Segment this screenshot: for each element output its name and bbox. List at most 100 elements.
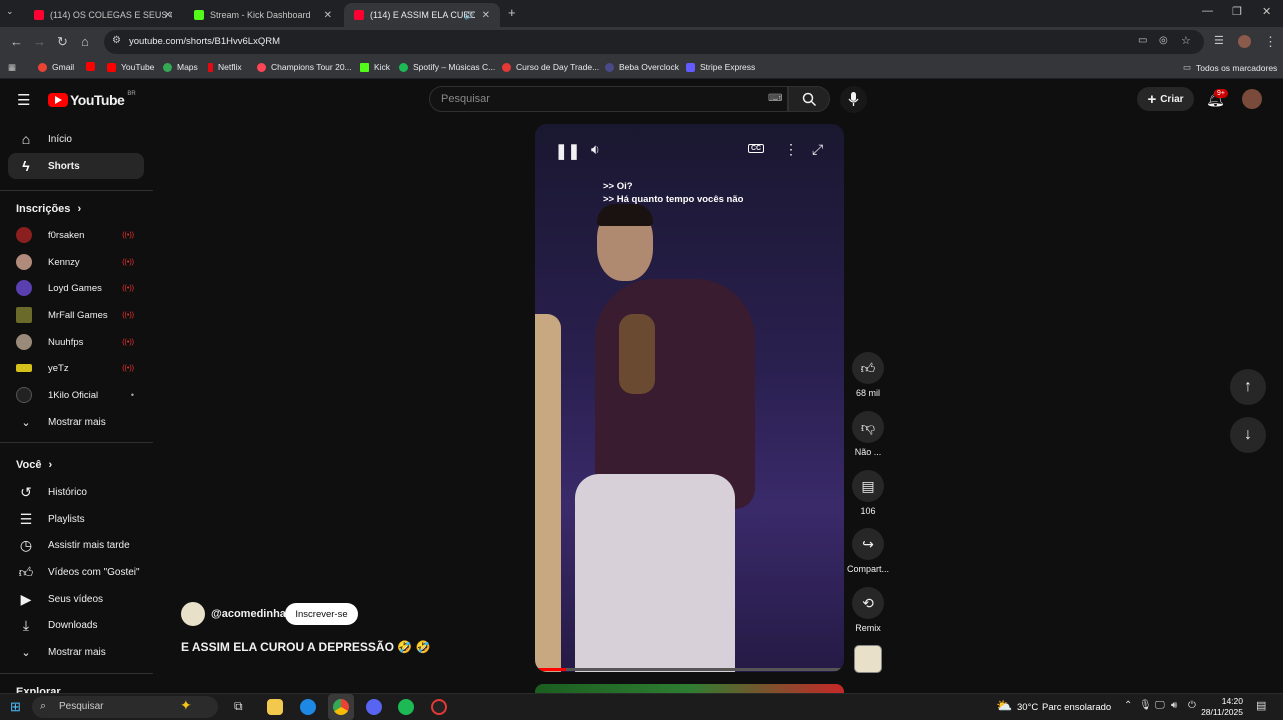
task-view-icon[interactable]: ⧉: [234, 699, 243, 714]
sidebar-item-watch-later[interactable]: ◷ Assistir mais tarde: [8, 532, 144, 558]
tab-2[interactable]: Stream - Kick Dashboard ✕: [184, 3, 342, 27]
search-button[interactable]: [788, 86, 830, 112]
short-video-player[interactable]: ❚❚ 🔉︎ CC ⋮ ⤢: [535, 124, 844, 672]
subscribe-button[interactable]: Inscrever-se: [285, 603, 358, 625]
bookmark-youtube[interactable]: YouTube: [107, 62, 154, 72]
sidebar-item-liked-videos[interactable]: 👍︎ Vídeos com "Gostei": [8, 559, 144, 585]
audio-icon[interactable]: 🔊: [464, 11, 474, 20]
remix-button[interactable]: ⟲: [852, 587, 884, 619]
sidebar-item-your-videos[interactable]: ▶︎ Seus vídeos: [8, 586, 144, 612]
comments-button[interactable]: ▤: [852, 470, 884, 502]
tab-1[interactable]: (114) OS COLEGAS E SEUS CAR ✕: [24, 3, 182, 27]
bookmark-youtube-icon-only[interactable]: [86, 62, 100, 71]
channel-avatar[interactable]: [181, 602, 205, 626]
close-icon[interactable]: ✕: [324, 10, 332, 21]
sidebar-item-shorts[interactable]: ϟ Shorts: [8, 153, 144, 179]
network-icon[interactable]: 🖵: [1155, 700, 1165, 711]
bookmark-star-icon[interactable]: ☆: [1181, 34, 1191, 47]
spotify-icon[interactable]: [398, 699, 414, 715]
all-bookmarks[interactable]: ▭ Todos os marcadores: [1183, 62, 1277, 73]
bookmark-stripe[interactable]: Stripe Express: [686, 62, 755, 72]
clock-date[interactable]: 28/11/2025: [1200, 707, 1243, 717]
volume-tray-icon[interactable]: 🔊︎: [1171, 700, 1177, 711]
more-options-icon[interactable]: ⋮: [784, 141, 798, 158]
bookmark-champions-tour[interactable]: Champions Tour 20...: [257, 62, 352, 72]
sidebar-item-downloads[interactable]: ⤓ Downloads: [8, 612, 144, 638]
clock-time[interactable]: 14:20: [1205, 696, 1243, 706]
subscription-item[interactable]: f0rsaken ((•)): [16, 222, 144, 248]
reload-icon[interactable]: ↻: [57, 34, 68, 50]
subscription-item[interactable]: Loyd Games ((•)): [16, 275, 144, 301]
address-bar[interactable]: ⚙ youtube.com/shorts/B1Hvv6LxQRM ▭ ◎ ☆: [104, 30, 1204, 54]
home-icon[interactable]: ⌂: [81, 34, 89, 49]
next-short-button[interactable]: ↓: [1230, 417, 1266, 453]
bookmark-kick[interactable]: Kick: [360, 62, 390, 72]
volume-icon[interactable]: 🔉︎: [591, 141, 600, 158]
minimize-icon[interactable]: —: [1202, 5, 1213, 17]
keyboard-icon[interactable]: ⌨: [768, 93, 782, 104]
subscription-item[interactable]: MrFall Games ((•)): [16, 302, 144, 328]
sidebar-item-history[interactable]: ↺ Histórico: [8, 479, 144, 505]
subscriptions-heading[interactable]: Inscrições ›: [16, 203, 81, 215]
window-close-icon[interactable]: ✕: [1262, 5, 1271, 18]
close-icon[interactable]: ✕: [482, 10, 490, 21]
like-button[interactable]: 👍︎: [852, 352, 884, 384]
chrome-icon[interactable]: [333, 699, 349, 715]
subscription-item[interactable]: yeTz ((•)): [16, 355, 144, 381]
tab-search-icon[interactable]: ⌄: [6, 6, 14, 17]
site-info-icon[interactable]: ⚙: [112, 35, 121, 46]
channel-handle[interactable]: @acomedinha: [211, 608, 286, 620]
obs-icon[interactable]: [431, 699, 447, 715]
create-button[interactable]: + Criar: [1137, 87, 1194, 111]
bookmark-maps[interactable]: Maps: [163, 62, 198, 72]
progress-bar[interactable]: [535, 668, 844, 671]
menu-dots-icon[interactable]: ⋮: [1264, 34, 1277, 50]
you-show-more[interactable]: ⌄ Mostrar mais: [8, 639, 144, 665]
previous-short-button[interactable]: ↑: [1230, 369, 1266, 405]
apps-grid-icon[interactable]: ▦: [8, 62, 16, 73]
sound-thumbnail[interactable]: [854, 645, 882, 673]
subscriptions-show-more[interactable]: ⌄ Mostrar mais: [8, 409, 144, 435]
battery-icon[interactable]: ⏻: [1188, 700, 1196, 711]
windows-start-icon[interactable]: ⊞: [10, 699, 21, 715]
subscription-item[interactable]: Kennzy ((•)): [16, 249, 144, 275]
fullscreen-icon[interactable]: ⤢: [812, 141, 823, 158]
subscription-item[interactable]: 1Kilo Oficial •: [16, 382, 144, 408]
profile-avatar[interactable]: [1238, 35, 1251, 48]
taskbar-search[interactable]: ⌕ Pesquisar ✦: [32, 696, 218, 718]
weather-icon[interactable]: ⛅: [996, 698, 1012, 714]
share-button[interactable]: ↪: [852, 528, 884, 560]
you-heading[interactable]: Você ›: [16, 459, 52, 471]
discord-icon[interactable]: [366, 699, 382, 715]
restore-icon[interactable]: ❐: [1232, 5, 1242, 18]
bookmark-gmail[interactable]: Gmail: [38, 62, 74, 72]
closed-captions-icon[interactable]: CC: [748, 144, 765, 153]
pause-icon[interactable]: ❚❚: [555, 142, 580, 160]
tab-search-list-icon[interactable]: ☰: [1214, 34, 1224, 47]
sidebar-item-inicio[interactable]: ⌂ Início: [8, 126, 144, 152]
file-explorer-icon[interactable]: [267, 699, 283, 715]
bookmark-spotify[interactable]: Spotify – Músicas C...: [399, 62, 495, 72]
mic-tray-icon[interactable]: 🎙︎: [1139, 700, 1152, 711]
tray-expand-icon[interactable]: ⌃: [1124, 700, 1132, 711]
sidebar-item-playlists[interactable]: ☰ Playlists: [8, 506, 144, 532]
user-avatar[interactable]: [1242, 89, 1262, 109]
voice-search-button[interactable]: [840, 86, 867, 113]
tab-3-active[interactable]: (114) E ASSIM ELA CUROU 🔊 ✕: [344, 3, 500, 27]
close-icon[interactable]: ✕: [164, 10, 172, 21]
bookmark-day-trade[interactable]: Curso de Day Trade...: [502, 62, 599, 72]
hamburger-menu-icon[interactable]: ☰: [17, 91, 30, 109]
bookmark-beba-overclock[interactable]: Beba Overclock: [605, 62, 679, 72]
notification-center-icon[interactable]: ▤: [1256, 699, 1266, 712]
next-short-preview[interactable]: [535, 684, 844, 693]
edge-icon[interactable]: [300, 699, 316, 715]
bookmark-netflix[interactable]: Netflix: [208, 62, 242, 72]
youtube-logo[interactable]: YouTube BR: [48, 91, 136, 108]
search-input[interactable]: Pesquisar ⌨: [429, 86, 788, 112]
back-icon[interactable]: ←: [10, 34, 23, 49]
subscription-item[interactable]: Nuuhfps ((•)): [16, 329, 144, 355]
dislike-button[interactable]: 👎︎: [852, 411, 884, 443]
new-tab-icon[interactable]: +: [508, 5, 516, 20]
forward-icon[interactable]: →: [33, 34, 46, 49]
cast-icon[interactable]: ▭: [1138, 35, 1147, 46]
